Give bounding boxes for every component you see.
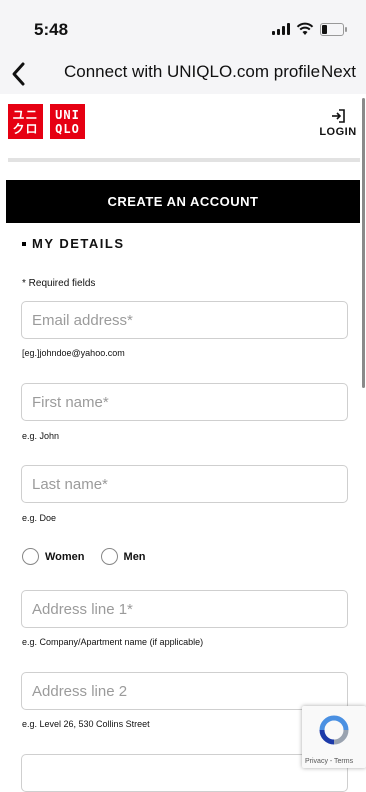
- section-title: MY DETAILS: [22, 236, 125, 251]
- login-label: LOGIN: [319, 126, 357, 138]
- back-chevron-icon[interactable]: [6, 58, 32, 90]
- radio-women-label: Women: [45, 550, 85, 563]
- logo-katakana-box: ユニ クロ: [8, 104, 43, 139]
- nav-title: Connect with UNIQLO.com profile: [64, 62, 321, 81]
- status-bar: 5:48: [0, 0, 366, 56]
- radio-men[interactable]: [100, 548, 118, 565]
- recaptcha-icon: [319, 715, 349, 745]
- address-line-2-field[interactable]: Address line 2: [21, 672, 348, 710]
- navigation-bar: Connect with UNIQLO.com profile Next: [0, 56, 366, 95]
- address-line-2-placeholder: Address line 2: [32, 682, 128, 700]
- required-fields-note: * Required fields: [22, 278, 96, 289]
- radio-men-label: Men: [123, 550, 146, 563]
- gender-option-men[interactable]: Men: [100, 548, 146, 565]
- uniqlo-logo[interactable]: ユニ クロ UNI QLO: [8, 104, 85, 139]
- create-account-banner: CREATE AN ACCOUNT: [6, 180, 360, 223]
- address-line-1-hint: e.g. Company/Apartment name (if applicab…: [22, 637, 204, 647]
- first-name-placeholder: First name*: [32, 393, 109, 411]
- status-icons: [272, 22, 347, 36]
- email-hint: [eg.]johndoe@yahoo.com: [22, 348, 125, 358]
- last-name-hint: e.g. Doe: [22, 513, 57, 523]
- first-name-hint: e.g. John: [22, 431, 60, 441]
- address-line-2-hint: e.g. Level 26, 530 Collins Street: [22, 719, 150, 729]
- radio-women[interactable]: [22, 548, 39, 565]
- address-line-1-placeholder: Address line 1*: [32, 600, 133, 618]
- gender-option-women[interactable]: Women: [22, 548, 85, 565]
- last-name-field[interactable]: Last name*: [21, 465, 348, 503]
- status-time: 5:48: [34, 20, 69, 39]
- next-form-field[interactable]: [21, 754, 348, 792]
- wifi-icon: [296, 22, 314, 35]
- recaptcha-badge[interactable]: Privacy - Terms: [302, 706, 366, 768]
- battery-icon: [320, 22, 347, 36]
- first-name-field[interactable]: First name*: [21, 383, 348, 421]
- gender-selector: Women Men: [22, 548, 146, 565]
- logo-latin-box: UNI QLO: [50, 104, 85, 139]
- next-button[interactable]: Next: [321, 62, 356, 82]
- bullet-icon: [22, 241, 26, 246]
- last-name-placeholder: Last name*: [32, 475, 108, 493]
- cellular-signal-icon: [272, 23, 290, 35]
- email-field[interactable]: Email address*: [21, 301, 348, 339]
- login-button[interactable]: LOGIN: [318, 108, 358, 138]
- header-divider: [8, 158, 360, 162]
- page-scrollbar[interactable]: [362, 98, 365, 388]
- address-line-1-field[interactable]: Address line 1*: [21, 590, 348, 628]
- email-placeholder: Email address*: [32, 311, 133, 329]
- recaptcha-label[interactable]: Privacy - Terms: [305, 758, 353, 765]
- login-icon: [332, 109, 345, 123]
